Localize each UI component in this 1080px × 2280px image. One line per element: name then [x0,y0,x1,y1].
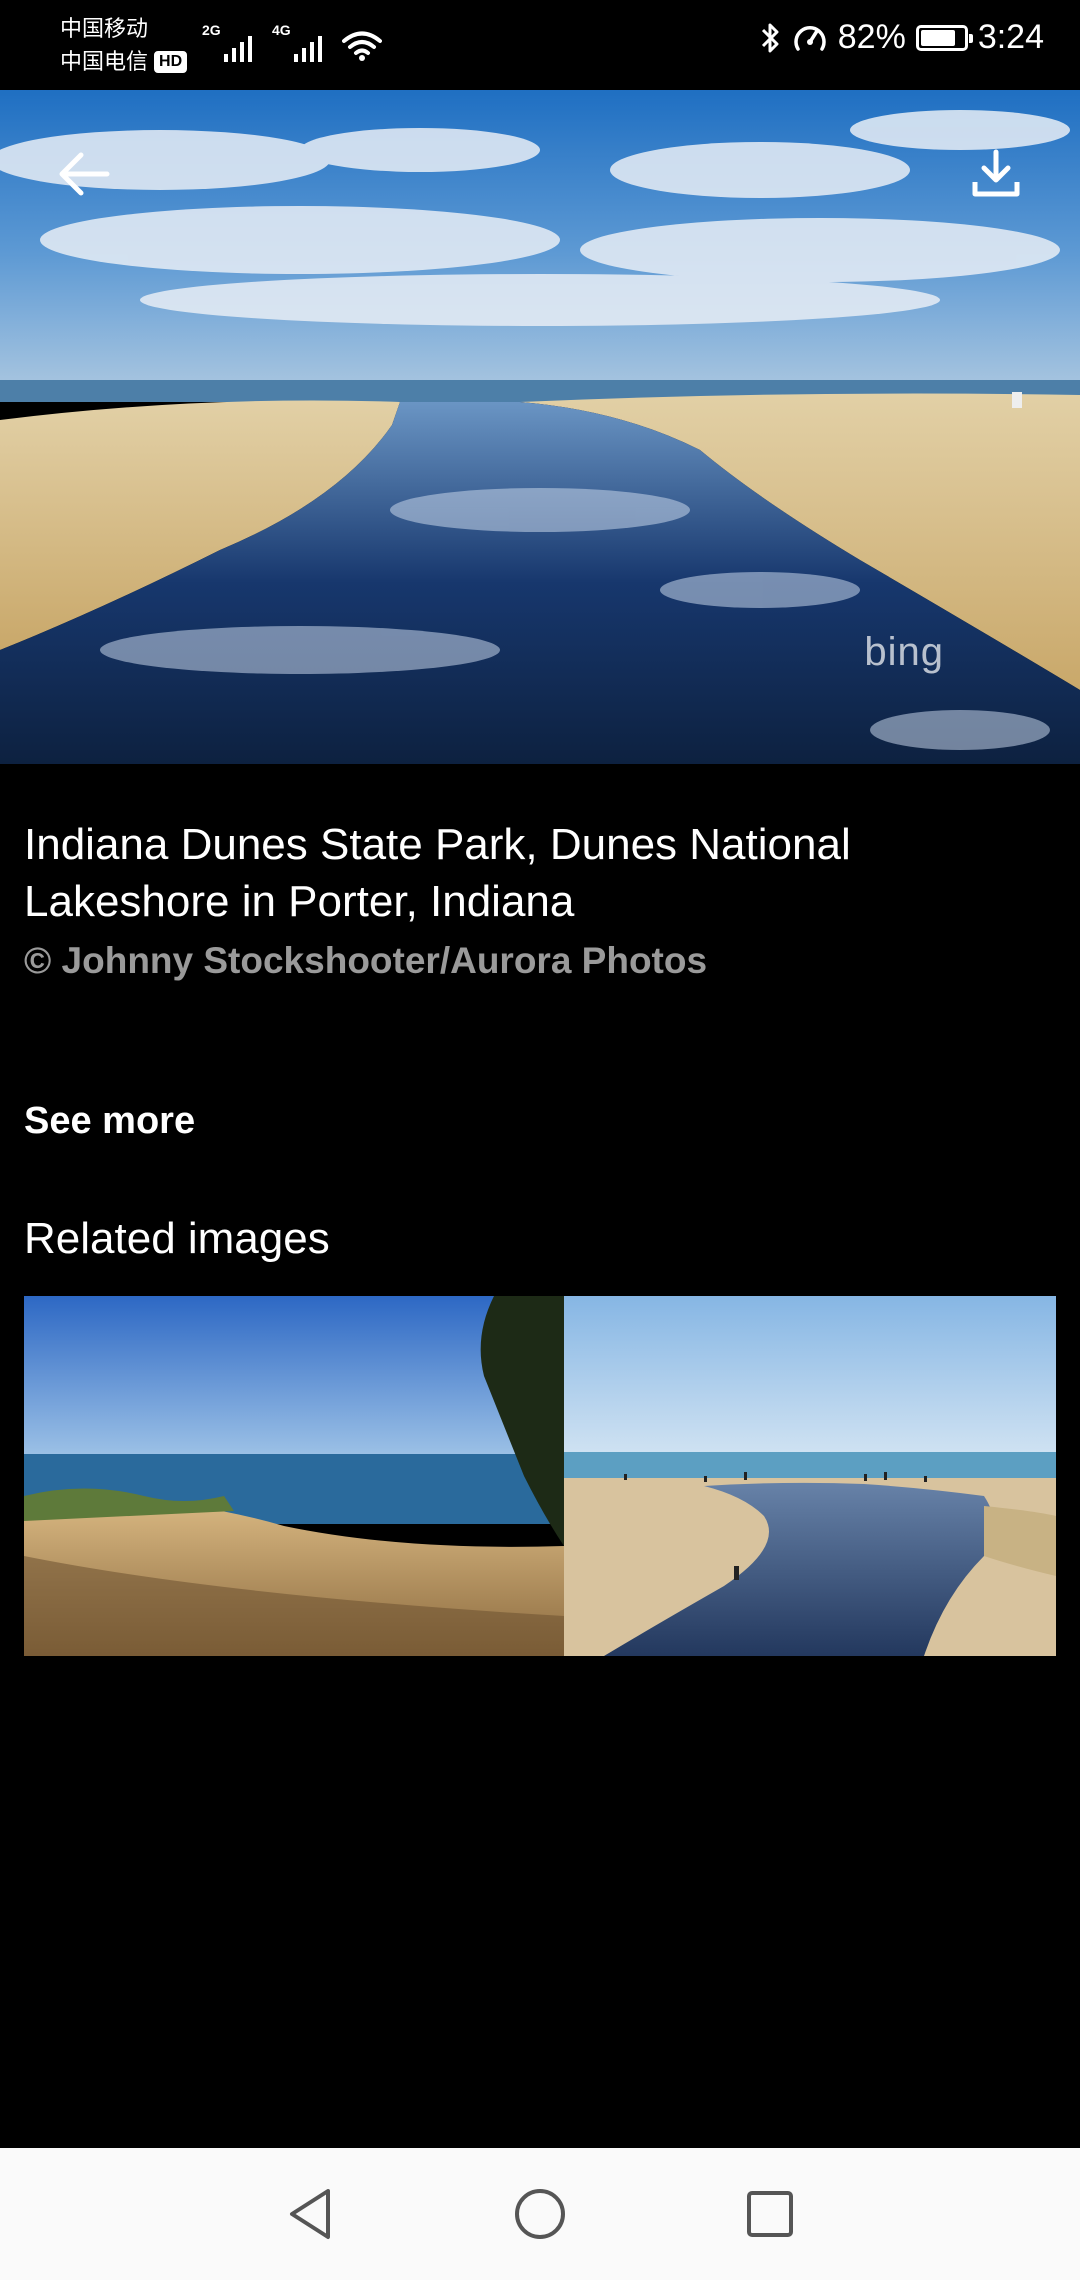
system-nav-bar [0,2148,1080,2280]
status-right: 82% 3:24 [760,18,1044,57]
see-more-link[interactable]: See more [24,1100,195,1143]
signal-icon: 2G [202,22,258,62]
download-icon [972,149,1020,197]
back-button[interactable] [40,130,128,218]
bluetooth-icon [761,23,779,52]
signal-indicators: 2G 4G [202,22,382,62]
speed-icon [794,25,826,51]
nav-home-button[interactable] [505,2179,575,2249]
carrier-1-label: 中国移动 [60,16,149,41]
related-image-1[interactable] [24,1296,564,1656]
back-triangle-icon [290,2189,330,2239]
related-photo-creek [564,1296,1056,1656]
signal-1-generation: 2G [202,22,221,38]
related-images-grid [24,1296,1056,1656]
home-circle-icon [515,2189,565,2239]
download-button[interactable] [952,130,1040,218]
image-title: Indiana Dunes State Park, Dunes National… [24,820,851,926]
bing-watermark: bing [864,630,944,674]
recents-square-icon [747,2191,793,2237]
signal-icon: 4G [272,22,328,62]
carrier-info: 中国移动 中国电信 HD [60,12,188,78]
hero-image: bing [0,90,1080,764]
hd-badge: HD [154,50,188,73]
battery-percent: 82% [837,18,906,56]
arrow-left-icon [59,152,110,196]
signal-2-generation: 4G [272,22,291,38]
image-copyright: © Johnny Stockshooter/Aurora Photos [24,940,708,981]
related-image-2[interactable] [564,1296,1056,1656]
related-images-heading: Related images [24,1214,330,1263]
wifi-icon [342,31,382,61]
battery-icon [915,24,973,51]
status-bar: 中国移动 中国电信 HD 2G 4G 82% 3:24 [0,0,1080,90]
battery-level-fill [920,29,956,46]
carrier-2-label: 中国电信 [60,49,149,74]
related-photo-dunes [24,1296,564,1656]
nav-recents-button[interactable] [735,2179,805,2249]
clock-time: 3:24 [977,18,1044,56]
nav-back-button[interactable] [275,2179,345,2249]
